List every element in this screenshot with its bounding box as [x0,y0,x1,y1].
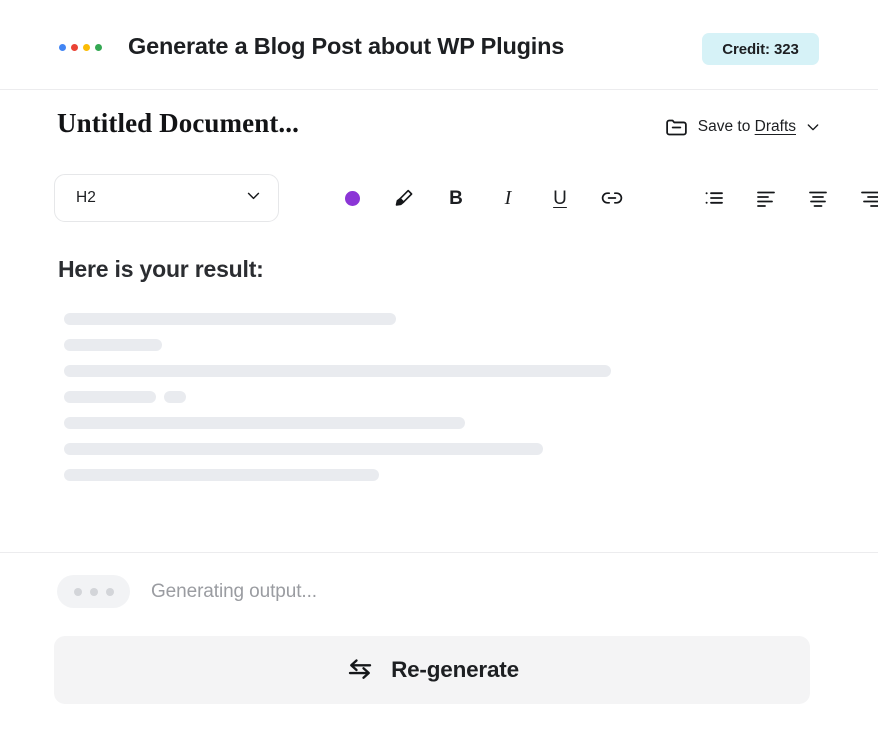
heading-level-select[interactable]: H2 [54,174,279,222]
align-right-icon[interactable] [844,174,878,222]
brand-dot-red [71,44,78,51]
skeleton-bar [64,313,396,325]
highlighter-icon[interactable] [378,174,430,222]
skeleton-row [64,469,878,481]
formatting-toolbar: H2 B I U [0,170,878,242]
skeleton-bar [64,417,465,429]
footer-bar: Generating output... Re-generate [0,552,878,755]
document-bar: Untitled Document... Save to Drafts [0,90,878,170]
credit-badge-label: Credit: 323 [722,41,798,58]
text-color-icon[interactable] [326,174,378,222]
skeleton-row [64,443,878,455]
bold-icon[interactable]: B [430,174,482,222]
skeleton-bar [64,339,162,351]
italic-label: I [505,188,512,208]
toolbar-divider-space [638,198,688,199]
save-destination[interactable]: Drafts [755,118,796,135]
italic-icon[interactable]: I [482,174,534,222]
align-left-icon[interactable] [740,174,792,222]
swap-arrows-icon [345,654,375,687]
skeleton-bar [64,391,156,403]
underline-icon[interactable]: U [534,174,586,222]
content-skeleton [64,313,878,495]
status-text: Generating output... [151,581,317,603]
save-to-control[interactable]: Save to Drafts [664,114,821,139]
skeleton-row [64,391,878,403]
align-center-icon[interactable] [792,174,844,222]
chevron-down-icon[interactable] [805,119,821,135]
heading-level-value: H2 [76,189,96,207]
regenerate-label: Re-generate [391,657,519,683]
skeleton-bar [64,365,611,377]
skeleton-bar [64,443,543,455]
generation-status: Generating output... [57,575,317,608]
skeleton-row [64,339,878,351]
skeleton-bar [164,391,186,403]
skeleton-row [64,313,878,325]
chevron-down-icon [245,187,262,209]
credit-badge: Credit: 323 [702,33,819,65]
brand-logo [59,44,102,51]
folder-minus-icon [664,114,689,139]
loading-dots-icon [57,575,130,608]
skeleton-bar [64,469,379,481]
toolbar-icon-group: B I U [326,174,878,222]
brand-dot-green [95,44,102,51]
brand-dot-yellow [83,44,90,51]
save-prefix: Save to [698,118,755,135]
editor-body[interactable]: Here is your result: [0,242,878,552]
result-heading: Here is your result: [58,256,264,283]
bold-label: B [449,189,463,208]
bullet-list-icon[interactable] [688,174,740,222]
regenerate-button[interactable]: Re-generate [54,636,810,704]
document-title[interactable]: Untitled Document... [57,108,299,139]
save-to-label: Save to Drafts [698,118,796,136]
brand-dot-blue [59,44,66,51]
skeleton-row [64,417,878,429]
page-title: Generate a Blog Post about WP Plugins [128,33,564,60]
underline-label: U [553,189,567,208]
app-header: Generate a Blog Post about WP Plugins Cr… [0,0,878,90]
skeleton-row [64,365,878,377]
link-icon[interactable] [586,174,638,222]
